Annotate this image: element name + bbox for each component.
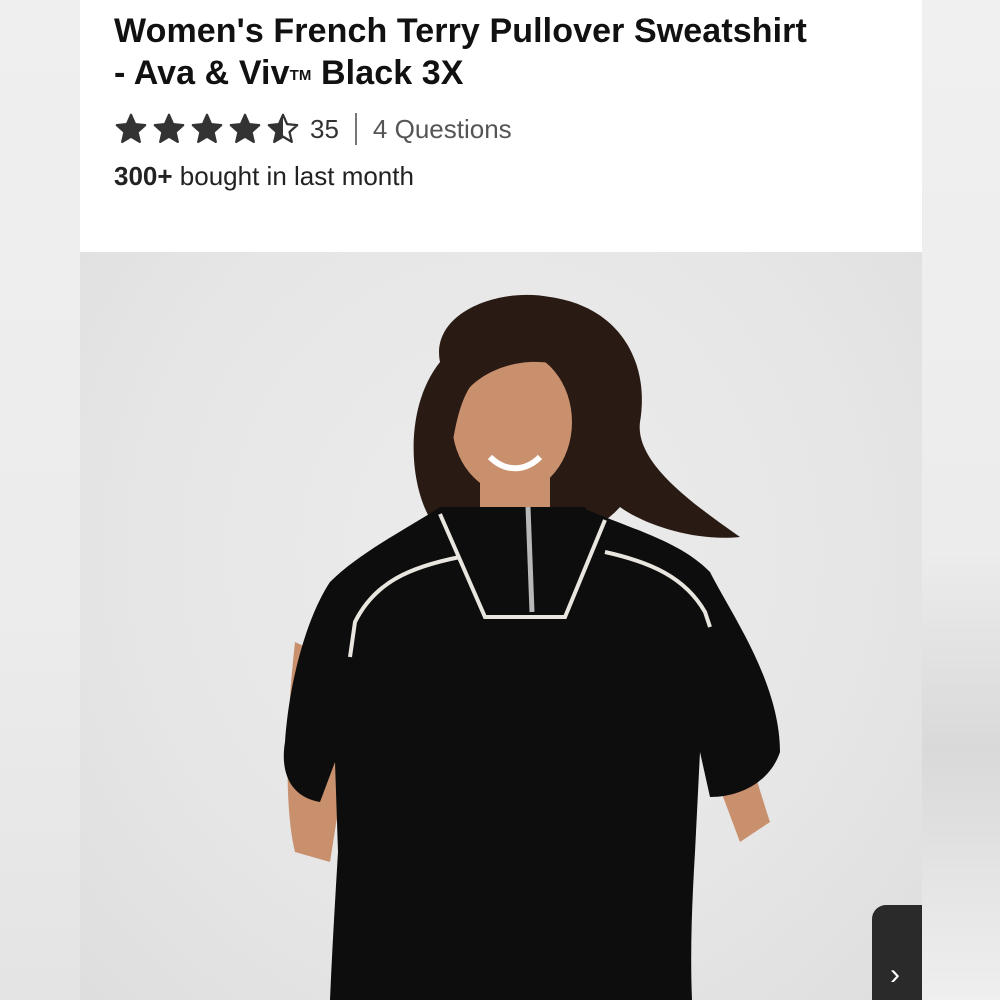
star-rating[interactable] [114,112,300,146]
title-line-1: Women's French Terry Pullover Sweatshirt [114,12,807,50]
questions-link[interactable]: 4 Questions [373,114,512,145]
rating-row[interactable]: 35 4 Questions [114,111,894,147]
next-image-button[interactable]: › [872,905,922,1000]
review-count[interactable]: 35 [310,114,339,145]
star-half-icon [267,113,299,144]
product-card: Women's French Terry Pullover Sweatshirt… [80,0,922,1000]
star-full-icon [191,113,223,144]
bought-recently: 300+ bought in last month [114,161,894,192]
chevron-right-icon: › [890,958,900,991]
title-line-2-suffix: Black 3X [311,54,464,92]
product-info: Women's French Terry Pullover Sweatshirt… [114,10,894,192]
star-full-icon [115,113,147,144]
product-title: Women's French Terry Pullover Sweatshirt… [114,10,894,97]
bought-count: 300+ [114,161,173,191]
background-right [920,0,1000,1000]
background-left [0,0,80,1000]
model-photo [283,294,780,1000]
divider [354,113,357,145]
trademark-mark: TM [289,67,312,84]
star-full-icon [229,113,261,144]
product-image[interactable]: › [80,252,922,1000]
title-line-2-prefix: - Ava & Viv [114,54,290,92]
star-full-icon [153,113,185,144]
bought-text: bought in last month [172,161,414,191]
